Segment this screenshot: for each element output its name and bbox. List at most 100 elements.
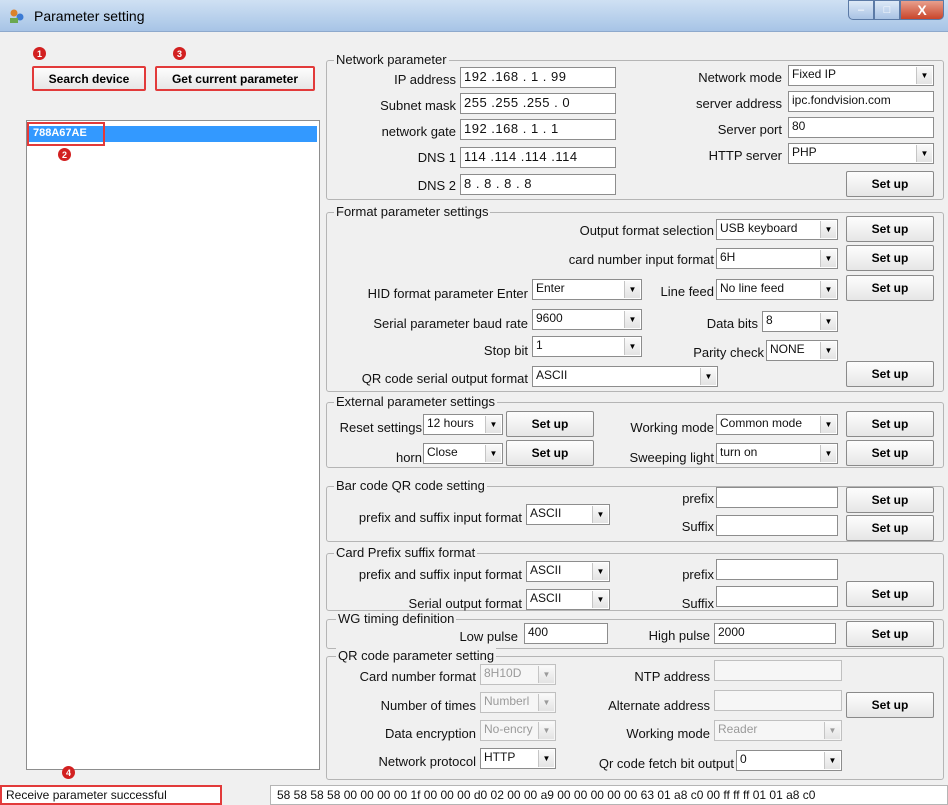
output-format-setup-button[interactable]: Set up bbox=[846, 216, 934, 242]
low-pulse-label: Low pulse bbox=[459, 629, 518, 644]
number-of-times-select[interactable]: Numberl ▼ bbox=[480, 692, 556, 713]
dropdown-arrow-icon: ▼ bbox=[538, 722, 554, 739]
card-prefix-suffix-format-select[interactable]: ASCII ▼ bbox=[526, 561, 610, 582]
card-prefix-input[interactable] bbox=[716, 559, 838, 580]
parity-check-select[interactable]: NONE ▼ bbox=[766, 340, 838, 361]
wg-setup-button[interactable]: Set up bbox=[846, 621, 934, 647]
hid-format-select[interactable]: Enter ▼ bbox=[532, 279, 642, 300]
http-server-label: HTTP server bbox=[708, 148, 782, 163]
server-port-input[interactable]: 80 bbox=[788, 117, 934, 138]
sweeping-light-setup-button[interactable]: Set up bbox=[846, 440, 934, 466]
reset-setup-button[interactable]: Set up bbox=[506, 411, 594, 437]
ntp-address-input[interactable] bbox=[714, 660, 842, 681]
qr-fetch-bit-output-value: 0 bbox=[740, 752, 747, 766]
search-device-button[interactable]: Search device bbox=[32, 66, 146, 91]
network-mode-label: Network mode bbox=[698, 70, 782, 85]
working-mode-select[interactable]: Common mode ▼ bbox=[716, 414, 838, 435]
http-server-select[interactable]: PHP ▼ bbox=[788, 143, 934, 164]
high-pulse-label: High pulse bbox=[648, 628, 710, 643]
card-prefix-suffix-format-value: ASCII bbox=[530, 563, 562, 577]
subnet-mask-input[interactable]: 255 .255 .255 . 0 bbox=[460, 93, 616, 114]
qr-working-mode-select[interactable]: Reader ▼ bbox=[714, 720, 842, 741]
qr-fetch-bit-output-select[interactable]: 0 ▼ bbox=[736, 750, 842, 771]
stop-bit-select[interactable]: 1 ▼ bbox=[532, 336, 642, 357]
network-mode-select[interactable]: Fixed IP ▼ bbox=[788, 65, 934, 86]
device-highlight-box bbox=[27, 122, 105, 146]
barcode-prefix-setup-button[interactable]: Set up bbox=[846, 487, 934, 513]
barcode-suffix-input[interactable] bbox=[716, 515, 838, 536]
sweeping-light-label: Sweeping light bbox=[629, 450, 714, 465]
parity-check-label: Parity check bbox=[693, 345, 764, 360]
network-setup-button[interactable]: Set up bbox=[846, 171, 934, 197]
server-address-label: server address bbox=[696, 96, 782, 111]
low-pulse-input[interactable]: 400 bbox=[524, 623, 608, 644]
ip-address-input[interactable]: 192 .168 . 1 . 99 bbox=[460, 67, 616, 88]
dns1-input[interactable]: 114 .114 .114 .114 bbox=[460, 147, 616, 168]
network-gate-input[interactable]: 192 .168 . 1 . 1 bbox=[460, 119, 616, 140]
stop-bit-label: Stop bit bbox=[483, 343, 528, 358]
baud-rate-select[interactable]: 9600 ▼ bbox=[532, 309, 642, 330]
serial-setup-button[interactable]: Set up bbox=[846, 361, 934, 387]
hid-setup-button[interactable]: Set up bbox=[846, 275, 934, 301]
close-button[interactable]: X bbox=[900, 0, 944, 20]
maximize-button[interactable]: □ bbox=[874, 0, 900, 20]
card-number-format-value: 8H10D bbox=[484, 666, 522, 680]
dropdown-arrow-icon: ▼ bbox=[820, 416, 836, 433]
line-feed-select[interactable]: No line feed ▼ bbox=[716, 279, 838, 300]
card-prefix-suffix-format-label: prefix and suffix input format bbox=[358, 567, 522, 582]
dropdown-arrow-icon: ▼ bbox=[820, 342, 836, 359]
card-number-input-format-select[interactable]: 6H ▼ bbox=[716, 248, 838, 269]
card-prefix-setup-button[interactable]: Set up bbox=[846, 581, 934, 607]
horn-value: Close bbox=[427, 445, 458, 459]
serial-output-format-value: ASCII bbox=[530, 591, 562, 605]
card-number-format-label: Card number format bbox=[359, 669, 476, 684]
dropdown-arrow-icon: ▼ bbox=[592, 506, 608, 523]
dropdown-arrow-icon: ▼ bbox=[820, 281, 836, 298]
qr-serial-output-select[interactable]: ASCII ▼ bbox=[532, 366, 718, 387]
serial-output-format-select[interactable]: ASCII ▼ bbox=[526, 589, 610, 610]
reset-settings-select[interactable]: 12 hours ▼ bbox=[423, 414, 503, 435]
dropdown-arrow-icon: ▼ bbox=[916, 145, 932, 162]
barcode-prefix-input[interactable] bbox=[716, 487, 838, 508]
data-encryption-select[interactable]: No-encry ▼ bbox=[480, 720, 556, 741]
barcode-suffix-setup-button[interactable]: Set up bbox=[846, 515, 934, 541]
horn-select[interactable]: Close ▼ bbox=[423, 443, 503, 464]
dropdown-arrow-icon: ▼ bbox=[624, 281, 640, 298]
qr-setup-button[interactable]: Set up bbox=[846, 692, 934, 718]
working-mode-value: Common mode bbox=[720, 416, 803, 430]
dns2-input[interactable]: 8 . 8 . 8 . 8 bbox=[460, 174, 616, 195]
data-bits-select[interactable]: 8 ▼ bbox=[762, 311, 838, 332]
card-prefix-label: prefix bbox=[682, 567, 714, 582]
high-pulse-input[interactable]: 2000 bbox=[714, 623, 836, 644]
dropdown-arrow-icon: ▼ bbox=[592, 591, 608, 608]
sweeping-light-select[interactable]: turn on ▼ bbox=[716, 443, 838, 464]
reset-settings-label: Reset settings bbox=[339, 420, 422, 435]
dropdown-arrow-icon: ▼ bbox=[538, 694, 554, 711]
output-format-select[interactable]: USB keyboard ▼ bbox=[716, 219, 838, 240]
data-encryption-value: No-encry bbox=[484, 722, 533, 736]
window-title: Parameter setting bbox=[34, 8, 145, 24]
barcode-prefix-label: prefix bbox=[682, 491, 714, 506]
qr-working-mode-label: Working mode bbox=[626, 726, 710, 741]
server-address-input[interactable]: ipc.fondvision.com bbox=[788, 91, 934, 112]
dropdown-arrow-icon: ▼ bbox=[820, 445, 836, 462]
serial-output-format-label: Serial output format bbox=[408, 596, 522, 611]
step-marker-2: 2 bbox=[58, 148, 71, 161]
ip-address-label: IP address bbox=[394, 72, 456, 87]
working-mode-setup-button[interactable]: Set up bbox=[846, 411, 934, 437]
horn-setup-button[interactable]: Set up bbox=[506, 440, 594, 466]
dropdown-arrow-icon: ▼ bbox=[820, 221, 836, 238]
barcode-prefix-suffix-format-select[interactable]: ASCII ▼ bbox=[526, 504, 610, 525]
qr-serial-output-label: QR code serial output format bbox=[361, 371, 528, 386]
qr-serial-output-value: ASCII bbox=[536, 368, 568, 382]
minimize-button[interactable]: – bbox=[848, 0, 874, 20]
alternate-address-label: Alternate address bbox=[608, 698, 710, 713]
get-current-parameter-button[interactable]: Get current parameter bbox=[155, 66, 315, 91]
dropdown-arrow-icon: ▼ bbox=[824, 722, 840, 739]
alternate-address-input[interactable] bbox=[714, 690, 842, 711]
card-input-setup-button[interactable]: Set up bbox=[846, 245, 934, 271]
card-suffix-input[interactable] bbox=[716, 586, 838, 607]
network-protocol-select[interactable]: HTTP ▼ bbox=[480, 748, 556, 769]
card-number-format-select[interactable]: 8H10D ▼ bbox=[480, 664, 556, 685]
device-list[interactable]: 788A67AE bbox=[26, 120, 320, 770]
